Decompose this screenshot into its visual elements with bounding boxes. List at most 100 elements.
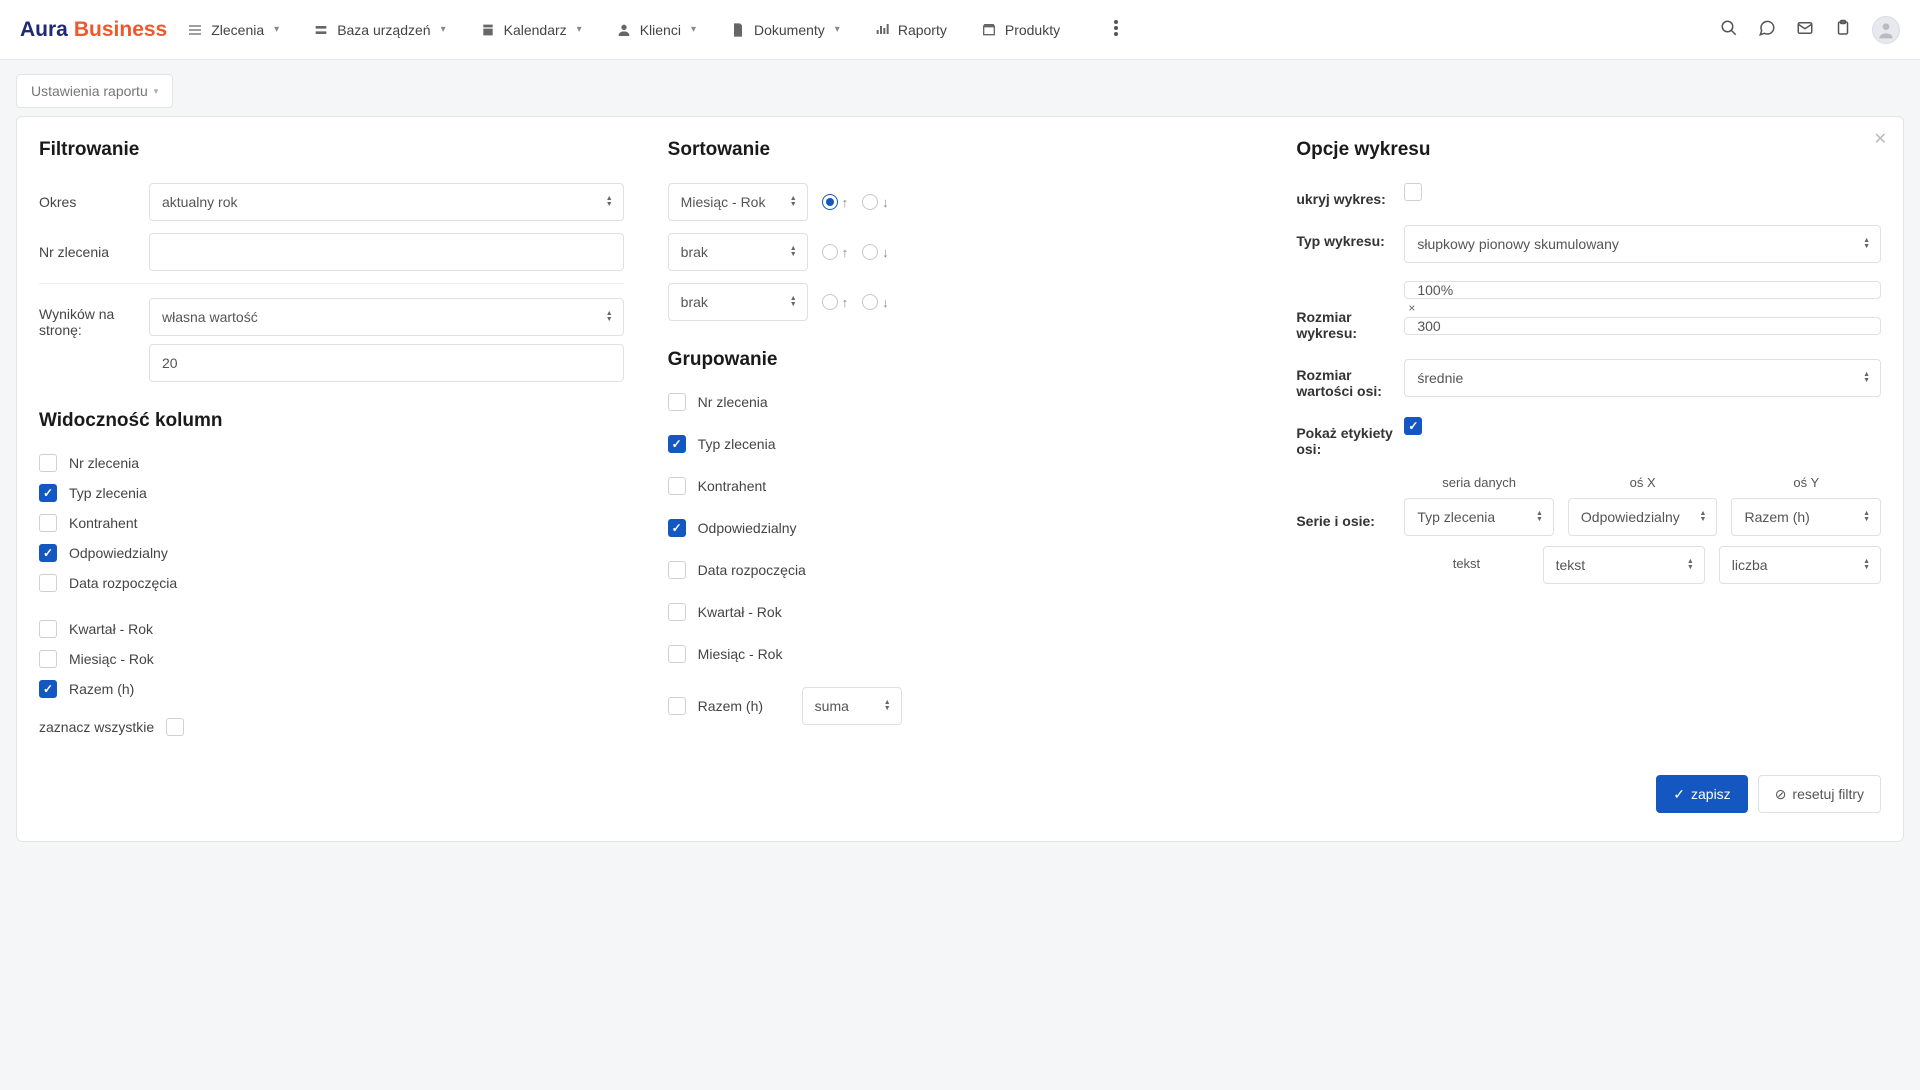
checkbox-icon[interactable] <box>39 544 57 562</box>
sort-row: brak▲▼ ↑ ↓ <box>668 283 1253 321</box>
select-series[interactable]: Typ zlecenia▲▼ <box>1404 498 1554 536</box>
logo-aura: Aura <box>20 18 68 42</box>
input-chart-width[interactable] <box>1404 281 1881 299</box>
nav-clients[interactable]: Klienci ▾ <box>616 22 696 38</box>
checkbox-hide-chart[interactable] <box>1404 183 1422 201</box>
sort-asc[interactable]: ↑ <box>822 244 849 260</box>
save-button[interactable]: ✓ zapisz <box>1656 775 1747 813</box>
sort-desc[interactable]: ↓ <box>862 244 889 260</box>
sort-desc[interactable]: ↓ <box>862 194 889 210</box>
clipboard-icon[interactable] <box>1834 19 1852 40</box>
column-check[interactable]: Data rozpoczęcia <box>39 574 624 592</box>
search-icon[interactable] <box>1720 19 1738 40</box>
input-order-no-field[interactable] <box>162 244 593 260</box>
radio-icon[interactable] <box>822 294 838 310</box>
checkbox-icon[interactable] <box>39 620 57 638</box>
chevron-down-icon: ▾ <box>691 24 696 35</box>
check-label: Razem (h) <box>698 698 763 714</box>
input-order-no[interactable] <box>149 233 624 271</box>
group-check[interactable]: Kontrahent <box>668 477 1253 495</box>
checkbox-icon[interactable] <box>39 574 57 592</box>
select-axis-x-type[interactable]: tekst▲▼ <box>1543 546 1705 584</box>
checkbox-icon[interactable] <box>668 561 686 579</box>
checkbox-icon[interactable] <box>39 514 57 532</box>
radio-icon[interactable] <box>862 244 878 260</box>
column-check[interactable]: Miesiąc - Rok <box>39 650 624 668</box>
radio-icon[interactable] <box>862 294 878 310</box>
group-check[interactable]: Data rozpoczęcia <box>668 561 1253 579</box>
select-all-row[interactable]: zaznacz wszystkie <box>39 718 624 736</box>
check-label: Data rozpoczęcia <box>69 575 177 591</box>
column-check[interactable]: Razem (h) <box>39 680 624 698</box>
checkbox-icon[interactable] <box>668 393 686 411</box>
nav-devices[interactable]: Baza urządzeń ▾ <box>313 22 445 38</box>
input-perpage-value[interactable] <box>149 344 624 382</box>
sort-desc[interactable]: ↓ <box>862 294 889 310</box>
checkbox-icon[interactable] <box>668 603 686 621</box>
checkbox-icon[interactable] <box>668 645 686 663</box>
select-sort-field[interactable]: Miesiąc - Rok▲▼ <box>668 183 808 221</box>
sort-asc[interactable]: ↑ <box>822 294 849 310</box>
select-axis-y[interactable]: Razem (h)▲▼ <box>1731 498 1881 536</box>
checkbox-icon[interactable] <box>668 435 686 453</box>
radio-icon[interactable] <box>822 244 838 260</box>
check-icon: ✓ <box>1673 786 1685 803</box>
tab-report-settings[interactable]: Ustawienia raportu ▾ <box>16 74 173 108</box>
group-check[interactable]: Miesiąc - Rok <box>668 645 1253 663</box>
header-axis-x: oś X <box>1568 475 1718 490</box>
close-icon[interactable]: ✕ <box>1874 129 1887 149</box>
sort-asc[interactable]: ↑ <box>822 194 849 210</box>
reset-filters-button[interactable]: ⊘ resetuj filtry <box>1758 775 1881 813</box>
column-check[interactable]: Kontrahent <box>39 514 624 532</box>
nav-documents[interactable]: Dokumenty ▾ <box>730 22 840 38</box>
group-check[interactable]: Typ zlecenia <box>668 435 1253 453</box>
checkbox-icon[interactable] <box>39 454 57 472</box>
group-check[interactable]: Odpowiedzialny <box>668 519 1253 537</box>
column-checklist: Nr zlecenia Typ zlecenia Kontrahent Odpowie… <box>39 454 624 736</box>
checkbox-show-axis-labels[interactable] <box>1404 417 1422 435</box>
radio-icon[interactable] <box>822 194 838 210</box>
radio-icon[interactable] <box>862 194 878 210</box>
select-axis-x[interactable]: Odpowiedzialny▲▼ <box>1568 498 1718 536</box>
checkbox-icon[interactable] <box>668 697 686 715</box>
avatar[interactable] <box>1872 16 1900 44</box>
input-chart-height[interactable] <box>1404 317 1881 335</box>
check-label: Kwartał - Rok <box>69 621 153 637</box>
column-check[interactable]: Kwartał - Rok <box>39 620 624 638</box>
checkbox-icon[interactable] <box>39 650 57 668</box>
more-menu[interactable] <box>1114 20 1118 39</box>
checkbox-icon[interactable] <box>668 477 686 495</box>
checkbox-icon[interactable] <box>166 718 184 736</box>
check-label: Odpowiedzialny <box>698 520 797 536</box>
nav-devices-label: Baza urządzeń <box>337 22 430 38</box>
group-check-razem[interactable]: Razem (h) <box>668 697 788 715</box>
mail-icon[interactable] <box>1796 19 1814 40</box>
select-chart-type[interactable]: słupkowy pionowy skumulowany ▲▼ <box>1404 225 1881 263</box>
nav-orders[interactable]: Zlecenia ▾ <box>187 22 279 38</box>
input-perpage-field[interactable] <box>162 355 593 371</box>
checkbox-icon[interactable] <box>668 519 686 537</box>
column-check[interactable]: Nr zlecenia <box>39 454 624 472</box>
group-check[interactable]: Nr zlecenia <box>668 393 1253 411</box>
nav-reports[interactable]: Raporty <box>874 22 947 38</box>
column-check[interactable]: Typ zlecenia <box>39 484 624 502</box>
column-check[interactable]: Odpowiedzialny <box>39 544 624 562</box>
group-check[interactable]: Kwartał - Rok <box>668 603 1253 621</box>
select-razem-agg[interactable]: suma▲▼ <box>802 687 902 725</box>
select-axis-y-type[interactable]: liczba▲▼ <box>1719 546 1881 584</box>
chat-icon[interactable] <box>1758 19 1776 40</box>
select-sort-field[interactable]: brak▲▼ <box>668 233 808 271</box>
select-sort-field[interactable]: brak▲▼ <box>668 283 808 321</box>
nav-documents-label: Dokumenty <box>754 22 825 38</box>
checkbox-icon[interactable] <box>39 484 57 502</box>
label-period: Okres <box>39 194 139 210</box>
check-label: Nr zlecenia <box>698 394 768 410</box>
checkbox-icon[interactable] <box>39 680 57 698</box>
select-axis-size[interactable]: średnie ▲▼ <box>1404 359 1881 397</box>
nav-calendar[interactable]: Kalendarz ▾ <box>480 22 582 38</box>
select-period[interactable]: aktualny rok ▲▼ <box>149 183 624 221</box>
select-perpage-mode[interactable]: własna wartość ▲▼ <box>149 298 624 336</box>
col-sorting: Sortowanie Miesiąc - Rok▲▼↑↓brak▲▼↑↓brak… <box>668 139 1253 745</box>
check-label: Data rozpoczęcia <box>698 562 806 578</box>
nav-products[interactable]: Produkty <box>981 22 1060 38</box>
